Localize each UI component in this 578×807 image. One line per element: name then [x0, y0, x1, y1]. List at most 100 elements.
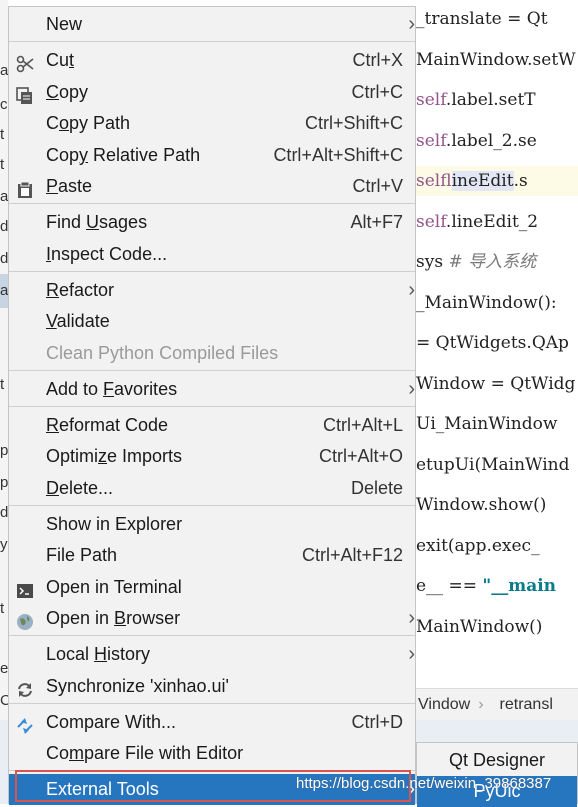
label-part: Open in: [46, 608, 115, 628]
code-line[interactable]: self.label.setT: [410, 85, 578, 115]
menu-item-compare-with[interactable]: Compare With... Ctrl+D: [9, 707, 415, 738]
menu-item-label: Compare File with Editor: [46, 738, 243, 769]
label-part: sages: [99, 212, 148, 232]
code-line[interactable]: sys # 导入系统: [410, 247, 578, 277]
menu-item-synchronize-xinhao-ui[interactable]: Synchronize 'xinhao.ui': [9, 671, 415, 702]
breadcrumb-item[interactable]: retransl: [492, 696, 553, 713]
menu-item-cut[interactable]: Cut Ctrl+X: [9, 45, 415, 76]
menu-item-copy[interactable]: Copy Ctrl+C: [9, 77, 415, 108]
menu-item-validate[interactable]: Validate: [9, 306, 415, 337]
label-part: Co: [46, 743, 70, 763]
label-part: pare File with Editor: [84, 743, 244, 763]
clipboard-icon: [16, 178, 34, 198]
menu-item-open-in-browser[interactable]: Open in Browser ›: [9, 603, 415, 634]
label-part: Show in Explorer: [46, 514, 183, 534]
menu-item-refactor[interactable]: Refactor ›: [9, 275, 415, 306]
menu-item-label: Local History: [46, 639, 150, 670]
menu-item-label: Open in Browser: [46, 603, 180, 634]
menu-item-open-in-terminal[interactable]: Open in Terminal: [9, 572, 415, 603]
label-part: aste: [58, 176, 93, 196]
menu-item-show-in-explorer[interactable]: Show in Explorer: [9, 509, 415, 540]
menu-item-copy-relative-path[interactable]: Copy Relative Path Ctrl+Alt+Shift+C: [9, 140, 415, 171]
menu-item-label: Find Usages: [46, 207, 147, 238]
menu-separator: [9, 505, 415, 506]
code-line[interactable]: selflineEdit.s: [410, 166, 578, 196]
code-line[interactable]: MainWindow(): [410, 612, 578, 642]
project-tree-fragment: t: [0, 156, 5, 173]
menu-item-optimize-imports[interactable]: Optimize Imports Ctrl+Alt+O: [9, 441, 415, 472]
code-token: "__main: [482, 576, 557, 596]
code-token: # 导入系统: [448, 252, 537, 272]
sync-icon: [16, 678, 34, 697]
code-line[interactable]: Window.show(): [410, 490, 578, 520]
code-editor[interactable]: _translate = Qt MainWindow.setW self.label…: [410, 0, 578, 688]
code-token: self: [416, 130, 446, 151]
menu-item-clean-python-compiled-files: Clean Python Compiled Files: [9, 338, 415, 369]
menu-item-local-history[interactable]: Local History ›: [9, 639, 415, 670]
label-part: R: [46, 280, 59, 300]
menu-item-paste[interactable]: Paste Ctrl+V: [9, 171, 415, 202]
menu-item-inspect-code[interactable]: Inspect Code...: [9, 239, 415, 270]
label-part: Synchronize 'xinhao.ui': [46, 676, 229, 696]
submenu-item-qt-designer[interactable]: Qt Designer: [417, 745, 577, 776]
menu-item-find-usages[interactable]: Find Usages Alt+F7: [9, 207, 415, 238]
menu-item-reformat-code[interactable]: Reformat Code Ctrl+Alt+L: [9, 410, 415, 441]
project-tree-fragment: y: [0, 536, 8, 553]
label-part: D: [46, 478, 59, 498]
menu-item-shortcut: Ctrl+Alt+Shift+C: [273, 145, 403, 165]
code-line[interactable]: MainWindow.setW: [410, 45, 578, 75]
chevron-right-icon: ›: [408, 607, 415, 629]
label-part: Clean Python Compiled Files: [46, 343, 279, 363]
code-token: .label_2.se: [445, 130, 537, 151]
menu-item-copy-path[interactable]: Copy Path Ctrl+Shift+C: [9, 108, 415, 139]
label-part: alidate: [56, 311, 110, 331]
chevron-right-icon: ›: [408, 13, 415, 35]
menu-item-new[interactable]: New ›: [9, 9, 415, 40]
menu-item-shortcut: Ctrl+Shift+C: [304, 113, 403, 133]
breadcrumb-item[interactable]: Vindow: [410, 696, 470, 713]
code-line[interactable]: self.label_2.se: [410, 126, 578, 156]
menu-item-label: Add to Favorites: [46, 374, 177, 405]
label-part: H: [94, 644, 108, 664]
menu-separator: [9, 203, 415, 204]
code-token: MainWindow(): [416, 616, 543, 637]
label-part: o: [59, 113, 70, 133]
menu-item-label: Paste: [46, 171, 92, 202]
label-part: avorites: [114, 379, 178, 399]
label-part: Open in Terminal: [46, 577, 182, 597]
menu-separator: [9, 370, 415, 371]
label-part: opy: [59, 82, 89, 102]
code-line[interactable]: self.lineEdit_2: [410, 207, 578, 237]
label-part: efactor: [59, 280, 115, 300]
code-token: self: [416, 171, 452, 191]
code-line[interactable]: Ui_MainWindow: [410, 409, 578, 439]
code-line[interactable]: exit(app.exec_: [410, 531, 578, 561]
menu-item-label: Copy Relative Path: [46, 140, 200, 171]
code-line[interactable]: etupUi(MainWind: [410, 450, 578, 480]
menu-item-add-to-favorites[interactable]: Add to Favorites ›: [9, 374, 415, 405]
menu-item-file-path[interactable]: File Path Ctrl+Alt+F12: [9, 540, 415, 571]
code-line[interactable]: = QtWidgets.QAp: [410, 328, 578, 358]
label-part: Cop: [46, 145, 80, 165]
label-part: P: [46, 176, 59, 196]
chevron-right-icon: ›: [408, 378, 415, 400]
copy-icon: [16, 84, 34, 104]
menu-item-delete[interactable]: Delete... Delete: [9, 473, 415, 504]
code-token: .label.setT: [445, 90, 536, 110]
label-part: New: [46, 14, 83, 34]
code-line[interactable]: _translate = Qt: [410, 4, 578, 34]
menu-item-label: Inspect Code...: [46, 239, 167, 270]
external-tools-submenu: Qt Designer PyUic: [416, 742, 578, 807]
menu-item-label: Copy Path: [46, 108, 130, 139]
code-line[interactable]: _MainWindow():: [410, 288, 578, 318]
code-line[interactable]: e__ == "__main: [410, 571, 578, 601]
menu-item-label: Reformat Code: [46, 410, 168, 441]
label-part: Optimi: [46, 446, 99, 466]
menu-item-compare-file-with-editor[interactable]: Compare File with Editor: [9, 738, 415, 769]
menu-item-label: Copy: [46, 77, 88, 108]
menu-item-label: Compare With...: [46, 707, 176, 738]
code-line[interactable]: Window = QtWidg: [410, 369, 578, 399]
code-token: self: [416, 211, 446, 232]
label-part: py Path: [69, 113, 131, 133]
menu-item-label: New: [46, 9, 82, 40]
